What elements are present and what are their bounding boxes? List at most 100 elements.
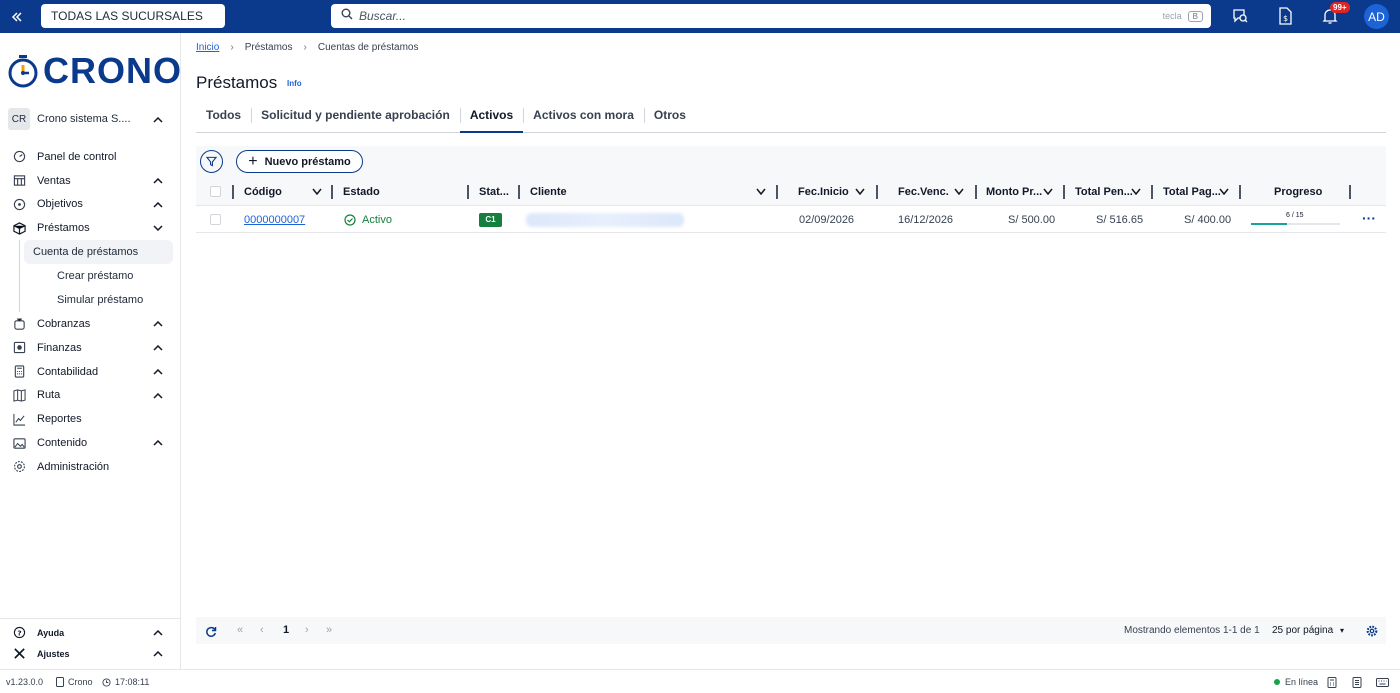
- calculator-icon: [12, 365, 26, 379]
- search-shortcut-key: B: [1187, 10, 1203, 22]
- column-header-total-pendiente[interactable]: Total Pen...: [1075, 178, 1133, 206]
- column-header-progreso[interactable]: Progreso: [1274, 178, 1322, 206]
- sidebar: CRONO CR Crono sistema S.... Panel de co…: [0, 33, 181, 669]
- sidebar-item-label: Finanzas: [37, 341, 82, 354]
- sidebar-subitem-crear-prestamo[interactable]: Crear préstamo: [24, 264, 181, 288]
- refresh-icon[interactable]: [205, 618, 217, 645]
- tab-solicitud[interactable]: Solicitud y pendiente aprobación: [251, 103, 460, 133]
- branch-selector[interactable]: TODAS LAS SUCURSALES: [41, 4, 225, 28]
- row-checkbox[interactable]: [210, 214, 221, 225]
- filter-button[interactable]: [200, 150, 223, 173]
- sidebar-item-label: Cobranzas: [37, 318, 91, 331]
- info-link[interactable]: Info: [287, 79, 302, 88]
- sort-down-icon[interactable]: [312, 188, 322, 195]
- current-page[interactable]: 1: [283, 617, 289, 644]
- status-bar: v1.23.0.0 Crono 17:08:11 En línea: [0, 669, 1400, 693]
- online-dot-icon: [1274, 679, 1280, 685]
- store-icon: [12, 174, 26, 188]
- breadcrumb-prestamos[interactable]: Préstamos: [245, 42, 293, 53]
- sidebar-item-objetivos[interactable]: Objetivos: [0, 193, 181, 217]
- breadcrumb: Inicio › Préstamos › Cuentas de préstamo…: [196, 42, 418, 53]
- sidebar-item-ruta[interactable]: Ruta: [0, 384, 181, 408]
- box-icon: [12, 221, 26, 235]
- column-header-fec-venc[interactable]: Fec.Venc.: [898, 178, 949, 206]
- sidebar-item-administracion[interactable]: Administración: [0, 455, 181, 479]
- row-more-options-icon[interactable]: ···: [1362, 207, 1376, 229]
- dashboard-gauge-icon: [12, 150, 26, 164]
- connection-status: En línea: [1274, 670, 1318, 693]
- column-header-total-pagado[interactable]: Total Pag...: [1163, 178, 1221, 206]
- sidebar-item-ajustes[interactable]: Ajustes: [0, 643, 181, 664]
- stopwatch-icon: [8, 55, 38, 88]
- sidebar-item-ventas[interactable]: Ventas: [0, 169, 181, 193]
- table-settings-gear-icon[interactable]: [1366, 617, 1378, 644]
- sidebar-item-contenido[interactable]: Contenido: [0, 431, 181, 455]
- sidebar-item-label: Ayuda: [37, 627, 65, 638]
- row-amount: S/ 500.00: [1008, 214, 1056, 226]
- first-page-icon[interactable]: «: [237, 617, 243, 644]
- column-header-estado[interactable]: Estado: [343, 178, 380, 206]
- search-input[interactable]: Buscar... tecla B: [331, 4, 1211, 28]
- column-header-codigo[interactable]: Código: [244, 178, 282, 206]
- column-header-stat[interactable]: Stat...: [479, 178, 509, 206]
- sort-down-icon[interactable]: [954, 188, 964, 195]
- loan-code-link[interactable]: 0000000007: [244, 214, 305, 226]
- column-divider: [1151, 185, 1153, 199]
- column-header-monto[interactable]: Monto Pr...: [986, 178, 1042, 206]
- sidebar-item-reportes[interactable]: Reportes: [0, 407, 181, 431]
- collapse-sidebar-icon[interactable]: [0, 0, 34, 33]
- sidebar-item-prestamos[interactable]: Préstamos: [0, 216, 181, 240]
- tab-activos-con-mora[interactable]: Activos con mora: [523, 103, 644, 133]
- filter-icon: [206, 156, 217, 167]
- sort-down-icon[interactable]: [1131, 188, 1141, 195]
- last-page-icon[interactable]: »: [326, 617, 332, 644]
- column-divider: [518, 185, 520, 199]
- current-time: 17:08:11: [115, 677, 150, 687]
- crono-logo[interactable]: CRONO: [7, 50, 182, 92]
- select-all-checkbox[interactable]: [210, 186, 221, 197]
- progress-bar: [1251, 223, 1340, 225]
- target-icon: [12, 197, 26, 211]
- sidebar-subitem-simular-prestamo[interactable]: Simular préstamo: [24, 288, 181, 312]
- table-toolbar: + Nuevo préstamo: [196, 146, 1386, 178]
- check-circle-icon: [344, 214, 356, 226]
- column-divider: [467, 185, 469, 199]
- column-header-cliente[interactable]: Cliente: [530, 178, 567, 206]
- tab-activos[interactable]: Activos: [459, 103, 524, 133]
- document-dollar-icon[interactable]: $: [1275, 6, 1295, 26]
- previous-page-icon[interactable]: ‹: [260, 617, 264, 644]
- column-header-fec-inicio[interactable]: Fec.Inicio: [798, 178, 849, 206]
- tab-otros[interactable]: Otros: [643, 103, 696, 133]
- tab-todos[interactable]: Todos: [196, 103, 251, 133]
- organization-selector[interactable]: CR Crono sistema S....: [0, 104, 181, 134]
- keyboard-icon[interactable]: [1376, 670, 1389, 693]
- document-icon[interactable]: [1352, 670, 1362, 693]
- row-code[interactable]: 0000000007: [244, 207, 305, 233]
- new-loan-button[interactable]: + Nuevo préstamo: [236, 150, 363, 173]
- sort-down-icon[interactable]: [756, 188, 766, 195]
- sidebar-subitem-cuenta-de-prestamos[interactable]: Cuenta de préstamos: [24, 240, 173, 265]
- sidebar-item-panel-de-control[interactable]: Panel de control: [0, 145, 181, 169]
- next-page-icon[interactable]: ›: [305, 617, 309, 644]
- table-row[interactable]: 0000000007 Activo C1 02/09/2026 16/12/20…: [196, 207, 1386, 233]
- breadcrumb-inicio[interactable]: Inicio: [196, 42, 219, 53]
- chevron-up-icon: [153, 628, 163, 638]
- chevron-down-icon: [153, 222, 163, 234]
- sidebar-item-finanzas[interactable]: Finanzas: [0, 336, 181, 360]
- sidebar-item-contabilidad[interactable]: Contabilidad: [0, 360, 181, 384]
- chat-search-icon[interactable]: [1230, 6, 1250, 26]
- chevron-up-icon: [153, 342, 163, 354]
- calculator-icon[interactable]: [1327, 670, 1337, 693]
- sidebar-item-ayuda[interactable]: ? Ayuda: [0, 622, 181, 643]
- image-icon: [12, 436, 26, 450]
- sort-down-icon[interactable]: [855, 188, 865, 195]
- prestamos-submenu: Cuenta de préstamos Crear préstamo Simul…: [0, 240, 181, 313]
- sort-down-icon[interactable]: [1219, 188, 1229, 195]
- sidebar-item-cobranzas[interactable]: Cobranzas: [0, 312, 181, 336]
- client-name-redacted: [526, 213, 684, 227]
- per-page-selector[interactable]: 25 por página ▾: [1272, 617, 1344, 644]
- sort-down-icon[interactable]: [1043, 188, 1053, 195]
- database-icon: [56, 677, 64, 687]
- column-divider: [232, 185, 234, 199]
- user-avatar[interactable]: AD: [1364, 4, 1389, 29]
